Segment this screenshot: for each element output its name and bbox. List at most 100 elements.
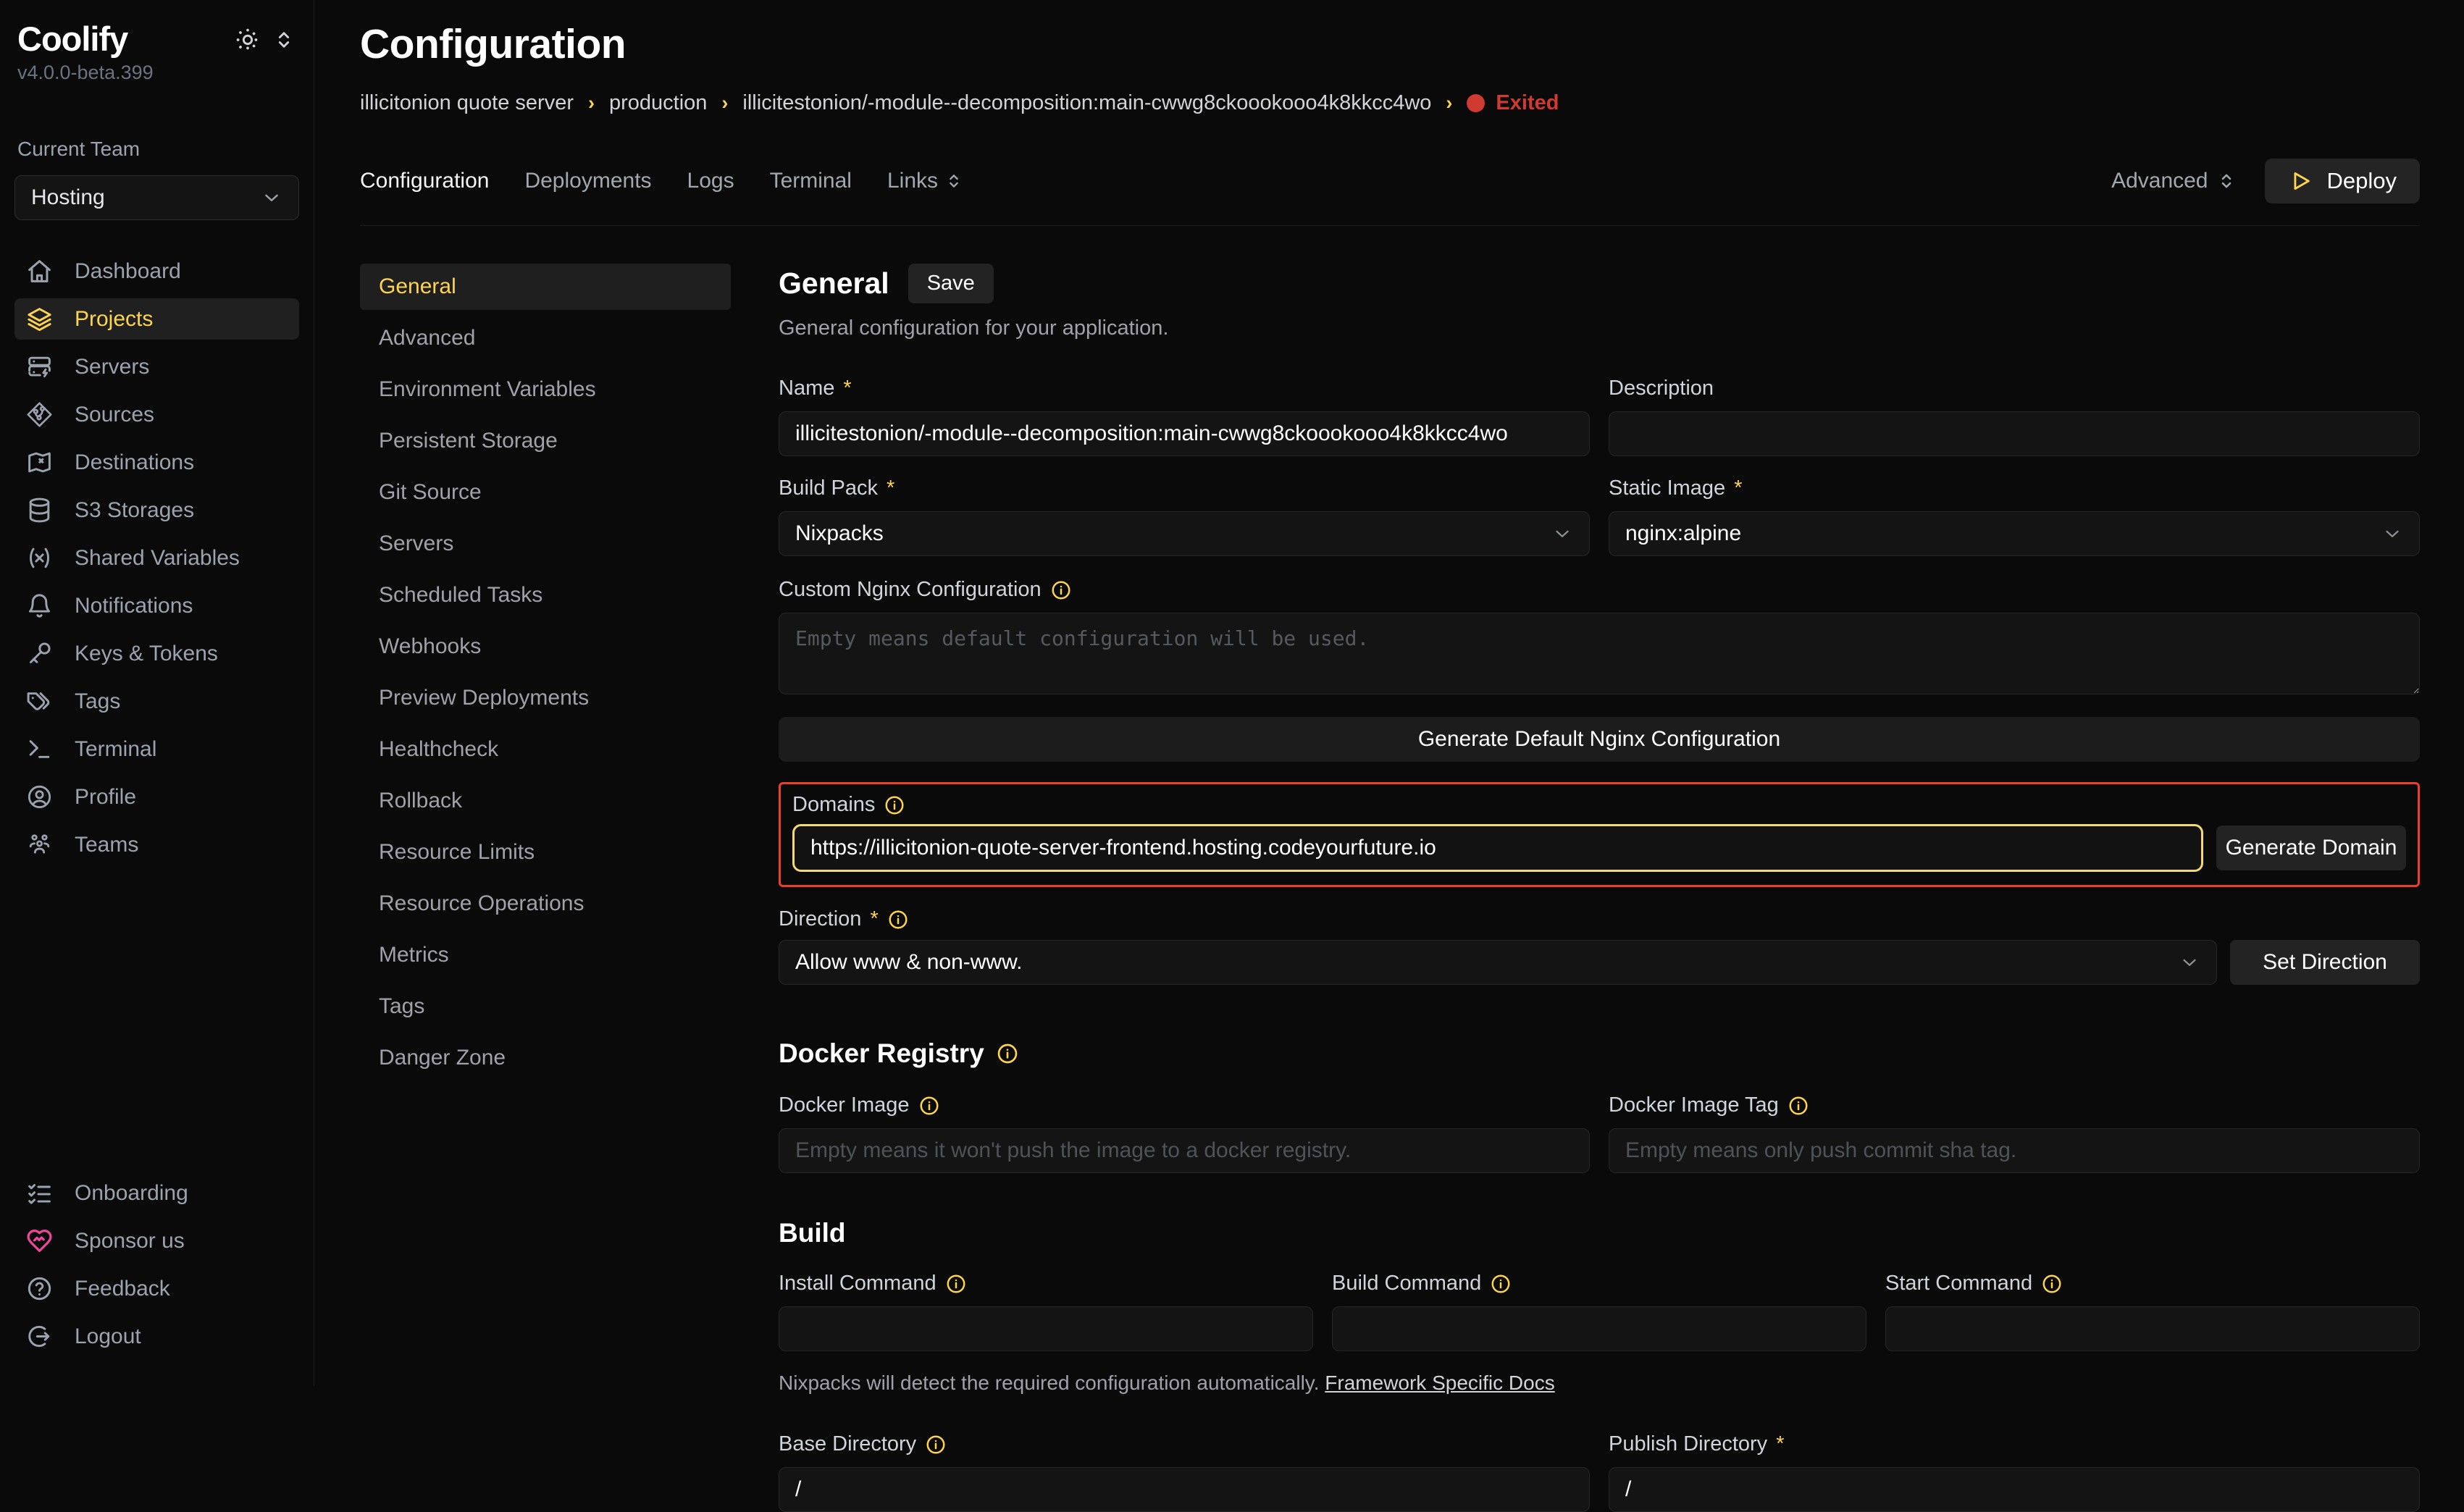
base-directory-input[interactable] [779,1467,1590,1512]
sidebar-item-servers[interactable]: Servers [14,346,299,387]
subnav-item-danger-zone[interactable]: Danger Zone [360,1035,731,1081]
framework-docs-link[interactable]: Framework Specific Docs [1325,1372,1554,1394]
breadcrumb: illicitonion quote server›production›ill… [360,91,2420,115]
domains-input[interactable] [792,824,2203,872]
subnav-item-healthcheck[interactable]: Healthcheck [360,726,731,773]
info-icon [918,1095,940,1117]
set-direction-button[interactable]: Set Direction [2230,940,2420,985]
subnav-item-general[interactable]: General [360,264,731,310]
deploy-button[interactable]: Deploy [2265,159,2421,203]
subnav-item-tags[interactable]: Tags [360,983,731,1030]
sidebar-item-keys-tokens[interactable]: Keys & Tokens [14,633,299,674]
sidebar-item-destinations[interactable]: Destinations [14,442,299,483]
name-input[interactable] [779,411,1590,456]
subnav-item-servers[interactable]: Servers [360,521,731,567]
sidebar-item-notifications[interactable]: Notifications [14,585,299,626]
tab-terminal[interactable]: Terminal [770,169,852,193]
sidebar-nav: Dashboard Projects Servers Sources Desti… [14,251,299,865]
sidebar-item-feedback[interactable]: Feedback [14,1268,299,1309]
docker-image-tag-input[interactable] [1609,1128,2420,1173]
subnav-item-webhooks[interactable]: Webhooks [360,623,731,670]
logout-icon [26,1323,53,1350]
build-command-input[interactable] [1332,1306,1866,1351]
sidebar-item-logout[interactable]: Logout [14,1316,299,1357]
checklist-icon [26,1180,53,1206]
subnav-item-advanced[interactable]: Advanced [360,315,731,361]
subnav-item-resource-operations[interactable]: Resource Operations [360,881,731,927]
info-icon [1490,1273,1512,1295]
sidebar-item-shared-variables[interactable]: Shared Variables [14,537,299,579]
page-title: Configuration [360,20,2420,68]
sidebar-item-profile[interactable]: Profile [14,776,299,818]
save-button[interactable]: Save [908,264,994,303]
sidebar-item-sponsor-us[interactable]: Sponsor us [14,1220,299,1261]
info-icon [1788,1095,1809,1117]
chevron-down-icon [1551,523,1573,545]
sidebar-collapse-icon[interactable] [272,28,296,56]
sidebar-item-sources[interactable]: Sources [14,394,299,435]
advanced-toggle[interactable]: Advanced [2111,169,2237,193]
info-icon [945,1273,967,1295]
publish-directory-label: Publish Directory* [1609,1432,2420,1456]
subnav-item-scheduled-tasks[interactable]: Scheduled Tasks [360,572,731,618]
build-pack-label: Build Pack* [779,476,1590,500]
install-command-input[interactable] [779,1306,1313,1351]
subnav-item-environment-variables[interactable]: Environment Variables [360,366,731,413]
subnav-item-resource-limits[interactable]: Resource Limits [360,829,731,875]
sidebar-item-dashboard[interactable]: Dashboard [14,251,299,292]
play-icon [2288,169,2313,193]
direction-label: Direction* [779,907,2420,931]
docker-registry-heading: Docker Registry [779,1038,2420,1069]
theme-toggle-sun-icon[interactable] [235,28,260,56]
section-description: General configuration for your applicati… [779,316,2420,340]
sidebar-item-projects[interactable]: Projects [14,298,299,340]
info-icon [1050,579,1072,601]
breadcrumb-item[interactable]: production [609,91,707,115]
breadcrumb-separator-icon: › [588,92,595,114]
subnav-item-git-source[interactable]: Git Source [360,469,731,516]
subnav-item-preview-deployments[interactable]: Preview Deployments [360,675,731,721]
status-dot-icon [1467,94,1485,112]
sidebar-item-onboarding[interactable]: Onboarding [14,1172,299,1214]
status-text: Exited [1496,91,1559,115]
variable-icon [26,545,53,571]
sidebar-item-terminal[interactable]: Terminal [14,728,299,770]
app-logo: Coolify [17,19,127,59]
start-command-label: Start Command [1885,1272,2420,1295]
layers-icon [26,306,53,332]
static-image-label: Static Image* [1609,476,2420,500]
build-heading: Build [779,1218,2420,1248]
custom-nginx-textarea[interactable] [779,613,2420,694]
direction-select[interactable]: Allow www & non-www. [779,940,2217,985]
start-command-input[interactable] [1885,1306,2420,1351]
description-input[interactable] [1609,411,2420,456]
build-pack-select[interactable]: Nixpacks [779,511,1590,556]
config-subnav: General Advanced Environment Variables Pers… [360,264,731,1386]
tab-links[interactable]: Links [887,169,964,193]
sidebar-item-tags[interactable]: Tags [14,681,299,722]
info-icon [884,794,905,816]
docker-image-tag-label: Docker Image Tag [1609,1093,2420,1117]
chevrons-up-down-icon [2216,170,2237,192]
breadcrumb-item[interactable]: illicitestonion/-module--decomposition:m… [742,91,1431,115]
section-title: General [779,266,889,301]
publish-directory-input[interactable] [1609,1467,2420,1512]
docker-image-input[interactable] [779,1128,1590,1173]
generate-nginx-button[interactable]: Generate Default Nginx Configuration [779,717,2420,762]
general-form: General Save General configuration for y… [779,264,2420,1386]
help-circle-icon [26,1275,53,1302]
static-image-select[interactable]: nginx:alpine [1609,511,2420,556]
build-command-label: Build Command [1332,1272,1866,1295]
tab-deployments[interactable]: Deployments [524,169,651,193]
subnav-item-metrics[interactable]: Metrics [360,932,731,978]
sidebar-item-s3-storages[interactable]: S3 Storages [14,490,299,531]
subnav-item-rollback[interactable]: Rollback [360,778,731,824]
generate-domain-button[interactable]: Generate Domain [2216,826,2406,870]
team-select[interactable]: Hosting [14,175,299,220]
sidebar-item-teams[interactable]: Teams [14,824,299,865]
breadcrumb-item[interactable]: illicitonion quote server [360,91,574,115]
tab-logs[interactable]: Logs [687,169,734,193]
tab-configuration[interactable]: Configuration [360,169,489,193]
subnav-item-persistent-storage[interactable]: Persistent Storage [360,418,731,464]
servers-icon [26,353,53,380]
